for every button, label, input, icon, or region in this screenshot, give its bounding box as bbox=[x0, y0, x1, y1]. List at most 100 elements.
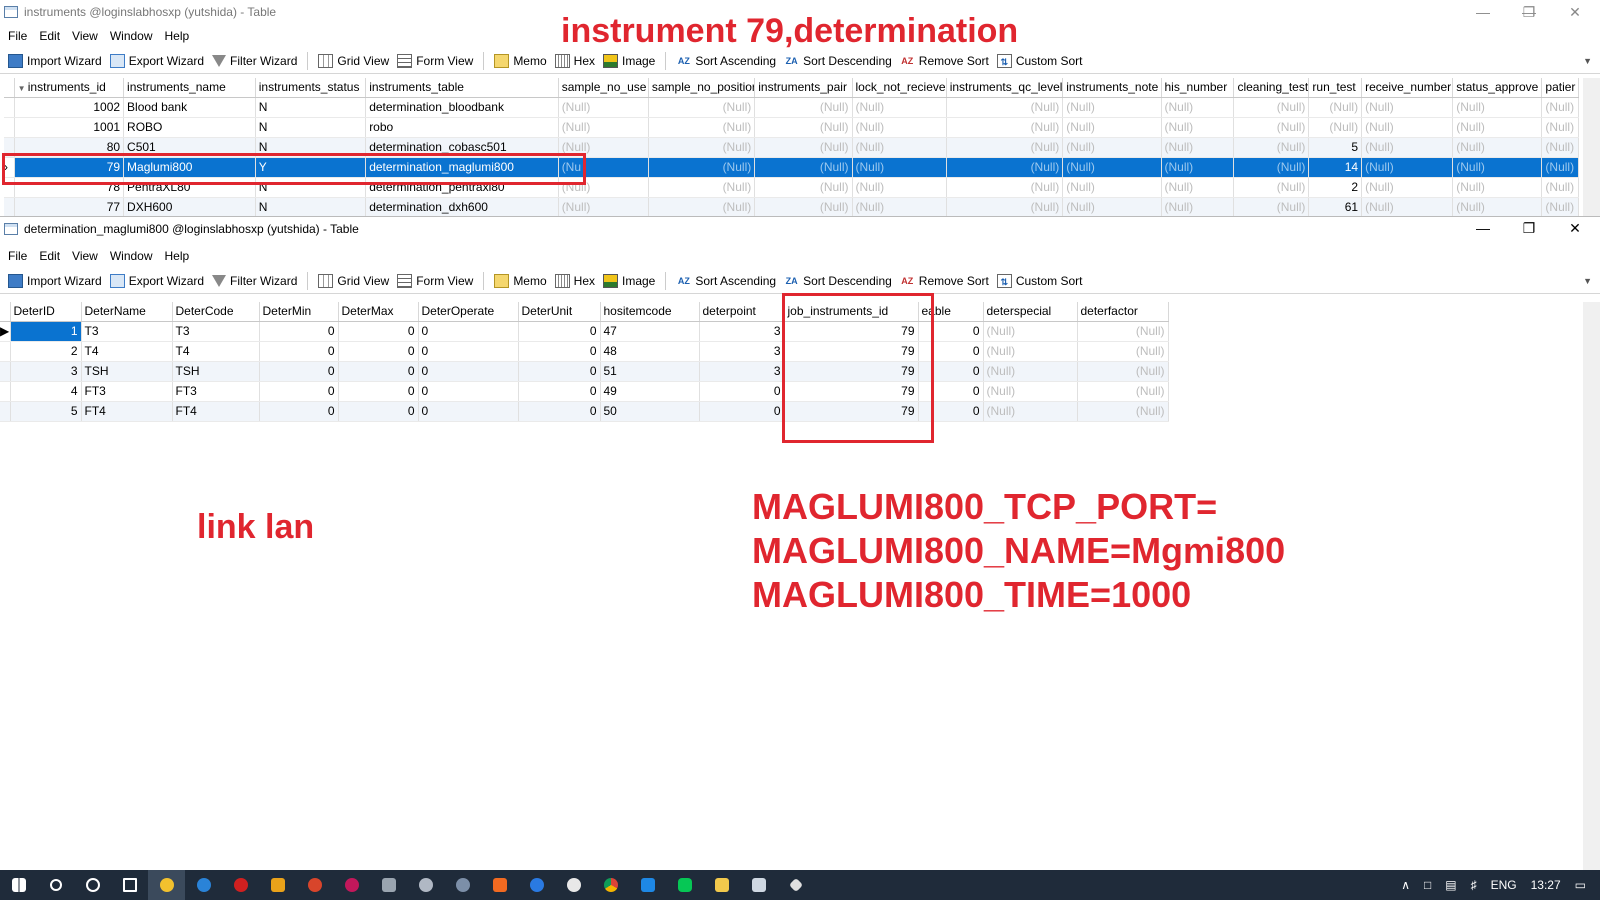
cell-deteroperate[interactable]: 0 bbox=[418, 341, 519, 362]
cell-run[interactable]: 61 bbox=[1308, 197, 1363, 216]
col-header[interactable]: ▼ instruments_id bbox=[14, 78, 125, 98]
cell-detername[interactable]: T3 bbox=[81, 321, 173, 342]
cell-determin[interactable]: 0 bbox=[259, 321, 339, 342]
row-indicator[interactable] bbox=[0, 361, 11, 382]
taskbar-app[interactable] bbox=[666, 870, 703, 900]
col-header[interactable]: sample_no_positior bbox=[648, 78, 756, 98]
cell-null[interactable]: (Null) bbox=[558, 97, 649, 118]
cell-null[interactable]: (Null) bbox=[1077, 381, 1169, 402]
col-header[interactable]: DeterMin bbox=[259, 302, 339, 322]
cell-deterunit[interactable]: 0 bbox=[518, 321, 601, 342]
menu-edit[interactable]: Edit bbox=[33, 249, 66, 263]
table-row[interactable]: 1001 ROBO N robo (Null) (Null) (Null) (N… bbox=[4, 117, 1579, 138]
col-header[interactable]: his_number bbox=[1161, 78, 1235, 98]
volume-icon[interactable]: ♯ bbox=[1471, 878, 1477, 892]
col-header[interactable]: sample_no_use bbox=[558, 78, 649, 98]
restore-button[interactable]: ❐ bbox=[1506, 216, 1552, 240]
cell-determax[interactable]: 0 bbox=[338, 401, 419, 422]
memo-button[interactable]: Memo bbox=[490, 50, 550, 72]
cell-null[interactable]: (Null) bbox=[1077, 401, 1169, 422]
table-row[interactable]: 5 FT4 FT4 0 0 0 0 50 0 79 0 (Null) (Null… bbox=[0, 401, 1169, 422]
cell-detername[interactable]: FT3 bbox=[81, 381, 173, 402]
cell-null[interactable]: (Null) bbox=[1233, 177, 1310, 198]
cell-determin[interactable]: 0 bbox=[259, 361, 339, 382]
row-indicator[interactable] bbox=[4, 197, 15, 216]
chevron-down-icon[interactable]: ▼ bbox=[1583, 56, 1592, 66]
sort-descending-button[interactable]: ZA Sort Descending bbox=[780, 270, 896, 292]
cell-deteroperate[interactable]: 0 bbox=[418, 361, 519, 382]
cell-null[interactable]: (Null) bbox=[754, 197, 853, 216]
cell-deterid[interactable]: 4 bbox=[10, 381, 82, 402]
clock[interactable]: 13:27 bbox=[1531, 878, 1561, 892]
image-button[interactable]: Image bbox=[599, 50, 659, 72]
taskbar-app[interactable] bbox=[370, 870, 407, 900]
cell-null[interactable]: (Null) bbox=[946, 197, 1064, 216]
cell-status[interactable]: N bbox=[255, 97, 367, 118]
cell-null[interactable]: (Null) bbox=[1452, 197, 1543, 216]
cell-null[interactable]: (Null) bbox=[983, 381, 1078, 402]
cell-null[interactable]: (Null) bbox=[1233, 157, 1310, 178]
table-row[interactable]: 77 DXH600 N determination_dxh600 (Null) … bbox=[4, 197, 1579, 216]
taskbar-app[interactable] bbox=[481, 870, 518, 900]
col-header[interactable]: receive_number bbox=[1361, 78, 1454, 98]
col-header[interactable]: DeterName bbox=[81, 302, 173, 322]
cell-null[interactable]: (Null) bbox=[1541, 137, 1579, 158]
cell-run[interactable]: (Null) bbox=[1308, 117, 1363, 138]
col-header[interactable]: instruments_table bbox=[365, 78, 559, 98]
cell-null[interactable]: (Null) bbox=[1452, 117, 1543, 138]
taskbar-app[interactable] bbox=[777, 870, 814, 900]
cell-null[interactable]: (Null) bbox=[1233, 137, 1310, 158]
taskbar-app[interactable] bbox=[518, 870, 555, 900]
sort-descending-button[interactable]: ZA Sort Descending bbox=[780, 50, 896, 72]
image-button[interactable]: Image bbox=[599, 270, 659, 292]
notification-icon[interactable]: ▭ bbox=[1575, 878, 1586, 892]
cell-hositemcode[interactable]: 50 bbox=[600, 401, 700, 422]
cell-id[interactable]: 77 bbox=[14, 197, 125, 216]
close-button[interactable]: ✕ bbox=[1552, 216, 1598, 240]
minimize-button[interactable]: — bbox=[1460, 0, 1506, 24]
cell-id[interactable]: 1002 bbox=[14, 97, 125, 118]
cell-null[interactable]: (Null) bbox=[946, 97, 1064, 118]
cell-determin[interactable]: 0 bbox=[259, 341, 339, 362]
cell-null[interactable]: (Null) bbox=[946, 177, 1064, 198]
col-header[interactable]: instruments_name bbox=[123, 78, 256, 98]
cell-id[interactable]: 1001 bbox=[14, 117, 125, 138]
col-header[interactable]: hositemcode bbox=[600, 302, 700, 322]
menu-view[interactable]: View bbox=[66, 29, 104, 43]
cell-null[interactable]: (Null) bbox=[852, 137, 947, 158]
row-indicator[interactable] bbox=[0, 341, 11, 362]
search-button[interactable] bbox=[37, 870, 74, 900]
cell-deterid[interactable]: 5 bbox=[10, 401, 82, 422]
cell-table[interactable]: determination_dxh600 bbox=[365, 197, 559, 216]
taskbar-app[interactable] bbox=[444, 870, 481, 900]
col-header[interactable]: instruments_pair bbox=[754, 78, 853, 98]
cell-null[interactable]: (Null) bbox=[754, 117, 853, 138]
cell-null[interactable]: (Null) bbox=[558, 117, 649, 138]
menu-file[interactable]: File bbox=[2, 249, 33, 263]
cell-null[interactable]: (Null) bbox=[1452, 97, 1543, 118]
menu-window[interactable]: Window bbox=[104, 249, 159, 263]
table-row[interactable]: 2 T4 T4 0 0 0 0 48 3 79 0 (Null) (Null) bbox=[0, 341, 1169, 362]
cell-deterunit[interactable]: 0 bbox=[518, 341, 601, 362]
cell-null[interactable]: (Null) bbox=[1062, 177, 1162, 198]
cell-null[interactable]: (Null) bbox=[1062, 117, 1162, 138]
cell-deterpoint[interactable]: 3 bbox=[699, 321, 785, 342]
cell-null[interactable]: (Null) bbox=[1161, 177, 1235, 198]
menu-view[interactable]: View bbox=[66, 249, 104, 263]
cell-null[interactable]: (Null) bbox=[983, 361, 1078, 382]
memo-button[interactable]: Memo bbox=[490, 270, 550, 292]
taskbar-app[interactable] bbox=[629, 870, 666, 900]
cell-null[interactable]: (Null) bbox=[852, 157, 947, 178]
cell-run[interactable]: 5 bbox=[1308, 137, 1363, 158]
col-header[interactable]: patier bbox=[1541, 78, 1579, 98]
form-view-button[interactable]: Form View bbox=[393, 50, 477, 72]
cell-null[interactable]: (Null) bbox=[754, 97, 853, 118]
cell-deterunit[interactable]: 0 bbox=[518, 401, 601, 422]
taskbar-app[interactable] bbox=[407, 870, 444, 900]
cell-detercode[interactable]: FT4 bbox=[172, 401, 260, 422]
cell-deteroperate[interactable]: 0 bbox=[418, 321, 519, 342]
cell-determax[interactable]: 0 bbox=[338, 321, 419, 342]
cell-null[interactable]: (Null) bbox=[1361, 197, 1454, 216]
minimize-button[interactable]: — bbox=[1460, 216, 1506, 240]
cell-null[interactable]: (Null) bbox=[1361, 97, 1454, 118]
